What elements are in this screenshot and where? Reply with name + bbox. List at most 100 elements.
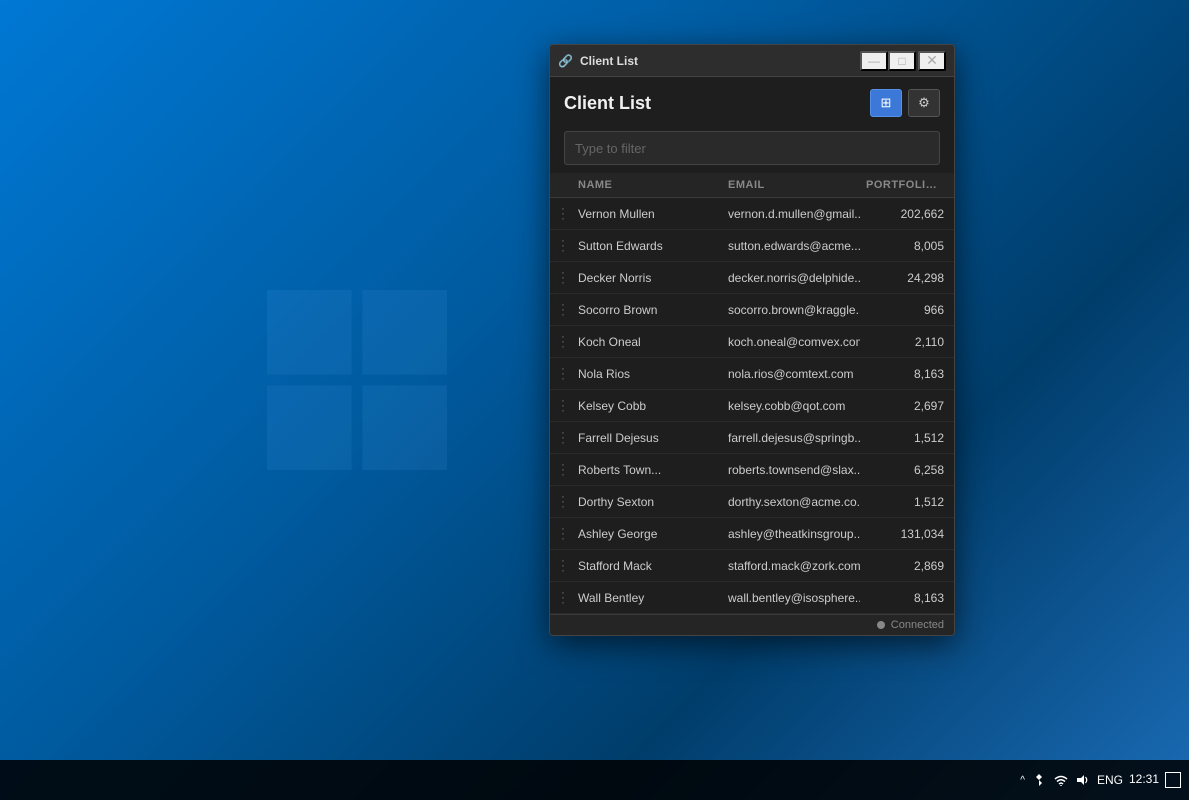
row-email: sutton.edwards@acme....: [722, 230, 860, 261]
row-portfolio: 1,512: [860, 422, 950, 453]
row-menu-icon[interactable]: ⋮: [554, 518, 572, 549]
row-name: Farrell Dejesus: [572, 422, 722, 453]
row-name: Sutton Edwards: [572, 230, 722, 261]
table-row[interactable]: ⋮ Socorro Brown socorro.brown@kraggle...…: [550, 294, 954, 326]
row-portfolio: 131,034: [860, 518, 950, 549]
taskbar: ^ ENG 12:31: [0, 760, 1189, 800]
row-email: vernon.d.mullen@gmail...: [722, 198, 860, 229]
row-portfolio: 2,110: [860, 326, 950, 357]
row-email: dorthy.sexton@acme.co...: [722, 486, 860, 517]
row-menu-icon[interactable]: ⋮: [554, 486, 572, 517]
minimize-button[interactable]: —: [860, 51, 888, 71]
row-name: Roberts Town...: [572, 454, 722, 485]
table-header: NAME EMAIL PORTFOLIO ...: [550, 173, 954, 198]
row-portfolio: 2,697: [860, 390, 950, 421]
col-menu: [554, 173, 572, 197]
row-menu-icon[interactable]: ⋮: [554, 550, 572, 581]
table-row[interactable]: ⋮ Vernon Mullen vernon.d.mullen@gmail...…: [550, 198, 954, 230]
row-portfolio: 6,258: [860, 454, 950, 485]
window-icon: 🔗: [558, 53, 574, 69]
row-email: socorro.brown@kraggle...: [722, 294, 860, 325]
taskbar-right: ^ ENG 12:31: [1020, 772, 1181, 788]
table-row[interactable]: ⋮ Dorthy Sexton dorthy.sexton@acme.co...…: [550, 486, 954, 518]
app-title: Client List: [564, 93, 651, 114]
row-email: roberts.townsend@slax...: [722, 454, 860, 485]
app-window: 🔗 Client List — □ ✕ Client List ⊞ ⚙ NAME…: [549, 44, 955, 636]
row-name: Nola Rios: [572, 358, 722, 389]
table-row[interactable]: ⋮ Kelsey Cobb kelsey.cobb@qot.com 2,697: [550, 390, 954, 422]
row-menu-icon[interactable]: ⋮: [554, 198, 572, 229]
row-portfolio: 8,163: [860, 582, 950, 613]
row-name: Ashley George: [572, 518, 722, 549]
row-portfolio: 24,298: [860, 262, 950, 293]
row-menu-icon[interactable]: ⋮: [554, 390, 572, 421]
taskbar-time[interactable]: 12:31: [1129, 772, 1159, 788]
filter-section: [550, 125, 954, 173]
row-menu-icon[interactable]: ⋮: [554, 326, 572, 357]
desktop-logo: [267, 290, 447, 470]
row-email: stafford.mack@zork.com: [722, 550, 860, 581]
col-email: EMAIL: [722, 173, 860, 197]
col-portfolio: PORTFOLIO ...: [860, 173, 950, 197]
row-menu-icon[interactable]: ⋮: [554, 294, 572, 325]
col-name: NAME: [572, 173, 722, 197]
row-name: Socorro Brown: [572, 294, 722, 325]
header-buttons: ⊞ ⚙: [870, 89, 940, 117]
table-row[interactable]: ⋮ Nola Rios nola.rios@comtext.com 8,163: [550, 358, 954, 390]
table-body: ⋮ Vernon Mullen vernon.d.mullen@gmail...…: [550, 198, 954, 614]
row-email: nola.rios@comtext.com: [722, 358, 860, 389]
taskbar-overflow-button[interactable]: ^: [1020, 775, 1025, 786]
title-bar: 🔗 Client List — □ ✕: [550, 45, 954, 77]
row-name: Vernon Mullen: [572, 198, 722, 229]
row-menu-icon[interactable]: ⋮: [554, 358, 572, 389]
row-menu-icon[interactable]: ⋮: [554, 262, 572, 293]
table-row[interactable]: ⋮ Sutton Edwards sutton.edwards@acme....…: [550, 230, 954, 262]
row-menu-icon[interactable]: ⋮: [554, 582, 572, 613]
table-row[interactable]: ⋮ Wall Bentley wall.bentley@isosphere...…: [550, 582, 954, 614]
filter-input[interactable]: [564, 131, 940, 165]
row-menu-icon[interactable]: ⋮: [554, 454, 572, 485]
row-portfolio: 8,005: [860, 230, 950, 261]
status-bar: Connected: [550, 614, 954, 635]
table-row[interactable]: ⋮ Stafford Mack stafford.mack@zork.com 2…: [550, 550, 954, 582]
table-row[interactable]: ⋮ Koch Oneal koch.oneal@comvex.com 2,110: [550, 326, 954, 358]
row-portfolio: 2,869: [860, 550, 950, 581]
taskbar-lang[interactable]: ENG: [1097, 773, 1123, 787]
maximize-button[interactable]: □: [888, 51, 916, 71]
row-email: wall.bentley@isosphere...: [722, 582, 860, 613]
row-name: Dorthy Sexton: [572, 486, 722, 517]
row-name: Wall Bentley: [572, 582, 722, 613]
row-name: Stafford Mack: [572, 550, 722, 581]
table-row[interactable]: ⋮ Roberts Town... roberts.townsend@slax.…: [550, 454, 954, 486]
row-portfolio: 8,163: [860, 358, 950, 389]
row-email: ashley@theatkinsgroup....: [722, 518, 860, 549]
close-button[interactable]: ✕: [918, 51, 946, 71]
connection-dot: [877, 621, 885, 629]
row-portfolio: 966: [860, 294, 950, 325]
bluetooth-icon[interactable]: [1031, 772, 1047, 788]
row-email: koch.oneal@comvex.com: [722, 326, 860, 357]
table-row[interactable]: ⋮ Decker Norris decker.norris@delphide..…: [550, 262, 954, 294]
grid-icon: ⊞: [881, 95, 892, 111]
row-email: kelsey.cobb@qot.com: [722, 390, 860, 421]
row-name: Koch Oneal: [572, 326, 722, 357]
row-portfolio: 1,512: [860, 486, 950, 517]
app-header: Client List ⊞ ⚙: [550, 77, 954, 125]
row-name: Decker Norris: [572, 262, 722, 293]
row-portfolio: 202,662: [860, 198, 950, 229]
grid-view-button[interactable]: ⊞: [870, 89, 902, 117]
settings-icon: ⚙: [918, 95, 930, 111]
row-menu-icon[interactable]: ⋮: [554, 230, 572, 261]
volume-icon[interactable]: [1075, 772, 1091, 788]
taskbar-notification-button[interactable]: [1165, 772, 1181, 788]
table-row[interactable]: ⋮ Ashley George ashley@theatkinsgroup...…: [550, 518, 954, 550]
table-row[interactable]: ⋮ Farrell Dejesus farrell.dejesus@spring…: [550, 422, 954, 454]
connection-status: Connected: [891, 619, 944, 631]
window-title: Client List: [580, 54, 860, 68]
row-email: decker.norris@delphide...: [722, 262, 860, 293]
row-name: Kelsey Cobb: [572, 390, 722, 421]
settings-button[interactable]: ⚙: [908, 89, 940, 117]
row-menu-icon[interactable]: ⋮: [554, 422, 572, 453]
table-container[interactable]: NAME EMAIL PORTFOLIO ... ⋮ Vernon Mullen…: [550, 173, 954, 614]
network-icon[interactable]: [1053, 772, 1069, 788]
